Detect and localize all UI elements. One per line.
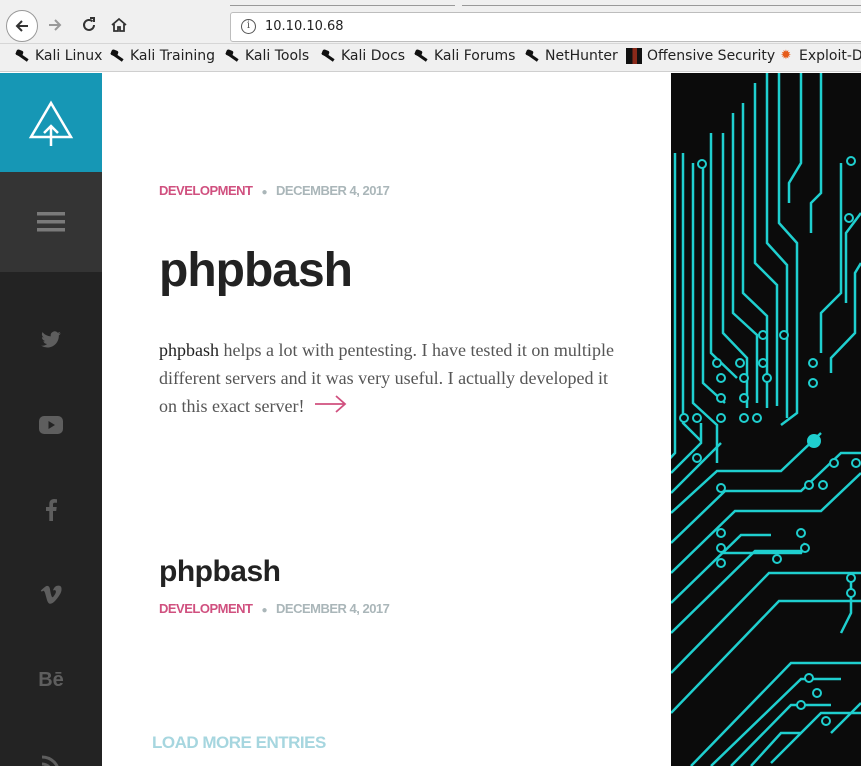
arrow-right-icon [315, 395, 347, 413]
url-text: 10.10.10.68 [265, 19, 344, 34]
bookmark-kali-training[interactable]: Kali Training [109, 48, 215, 64]
bookmark-kali-forums[interactable]: Kali Forums [413, 48, 515, 64]
twitter-link[interactable] [0, 320, 102, 360]
bookmark-exploit-db[interactable]: ✹ Exploit-D [778, 48, 861, 64]
post-title[interactable]: phpbash [159, 555, 281, 589]
offsec-icon [626, 48, 642, 64]
kali-dragon-icon [14, 48, 30, 64]
post-date[interactable]: DECEMBER 4, 2017 [276, 183, 390, 198]
bookmark-nethunter[interactable]: NetHunter [524, 48, 618, 64]
bookmark-label: Kali Docs [341, 48, 406, 64]
arrow-right-icon [49, 19, 62, 31]
browser-toolbar: i 10.10.10.68 [0, 0, 861, 44]
bookmark-label: Offensive Security [647, 48, 776, 64]
circuit-background-image [671, 73, 861, 766]
home-button[interactable] [104, 10, 134, 40]
vimeo-link[interactable] [0, 575, 102, 615]
reload-icon [83, 17, 95, 31]
kali-dragon-icon [413, 48, 429, 64]
bookmark-label: Kali Forums [434, 48, 516, 64]
bookmarks-bar: Kali Linux Kali Training Kali Tools Kali… [0, 44, 861, 72]
excerpt-text: helps a lot with pentesting. I have test… [159, 340, 614, 416]
load-more-button[interactable]: LOAD MORE ENTRIES [152, 733, 326, 753]
site-sidebar: Bē [0, 73, 102, 766]
post-title[interactable]: phpbash [159, 243, 353, 298]
meta-separator: ● [261, 187, 268, 198]
back-button[interactable] [6, 10, 38, 42]
rss-link[interactable] [0, 745, 102, 766]
youtube-icon [39, 416, 63, 434]
rss-icon [41, 755, 59, 766]
bookmark-kali-linux[interactable]: Kali Linux [14, 48, 102, 64]
meta-separator: ● [261, 605, 268, 616]
bookmark-label: NetHunter [545, 48, 618, 64]
bookmark-label: Exploit-D [799, 48, 861, 64]
info-icon[interactable]: i [241, 19, 256, 34]
post-meta: DEVELOPMENT ● DECEMBER 4, 2017 [159, 601, 390, 616]
post-meta: DEVELOPMENT ● DECEMBER 4, 2017 [159, 183, 390, 198]
home-icon [111, 17, 127, 32]
bookmark-label: Kali Training [130, 48, 215, 64]
twitter-icon [41, 331, 61, 348]
kali-dragon-icon [524, 48, 540, 64]
bookmark-kali-docs[interactable]: Kali Docs [320, 48, 405, 64]
kali-dragon-icon [224, 48, 240, 64]
bookmark-label: Kali Tools [245, 48, 310, 64]
read-more-link[interactable] [314, 394, 348, 422]
reload-button[interactable] [74, 10, 104, 40]
exploit-db-icon: ✹ [780, 48, 792, 63]
facebook-link[interactable] [0, 490, 102, 530]
post-date[interactable]: DECEMBER 4, 2017 [276, 601, 390, 616]
behance-link[interactable]: Bē [0, 660, 102, 700]
kali-dragon-icon [109, 48, 125, 64]
main-content: DEVELOPMENT ● DECEMBER 4, 2017 phpbash php… [102, 73, 671, 766]
hamburger-icon [37, 212, 65, 232]
youtube-link[interactable] [0, 405, 102, 445]
category-link[interactable]: DEVELOPMENT [159, 183, 253, 198]
tab-divider [230, 0, 455, 6]
bookmark-offensive-security[interactable]: Offensive Security [626, 48, 775, 64]
site-logo[interactable] [0, 73, 102, 172]
arrow-left-icon [15, 20, 28, 32]
behance-icon: Bē [38, 668, 64, 691]
post-excerpt: phpbash helps a lot with pentesting. I h… [159, 336, 629, 422]
category-link[interactable]: DEVELOPMENT [159, 601, 253, 616]
url-bar[interactable]: i 10.10.10.68 [230, 12, 861, 42]
bookmark-kali-tools[interactable]: Kali Tools [224, 48, 309, 64]
menu-button[interactable] [0, 172, 102, 272]
kali-dragon-icon [320, 48, 336, 64]
facebook-icon [46, 499, 57, 521]
circuit-art [671, 73, 861, 766]
excerpt-keyword: phpbash [159, 340, 219, 360]
bookmark-label: Kali Linux [35, 48, 103, 64]
vimeo-icon [40, 585, 62, 604]
tab-divider [462, 0, 861, 6]
tree-logo-icon [28, 100, 74, 146]
forward-button[interactable] [40, 10, 70, 40]
